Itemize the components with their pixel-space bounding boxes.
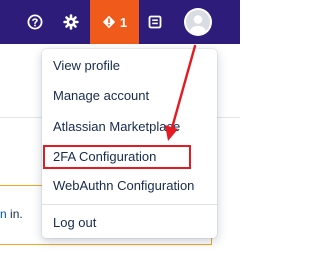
annotation-arrow <box>165 44 197 141</box>
